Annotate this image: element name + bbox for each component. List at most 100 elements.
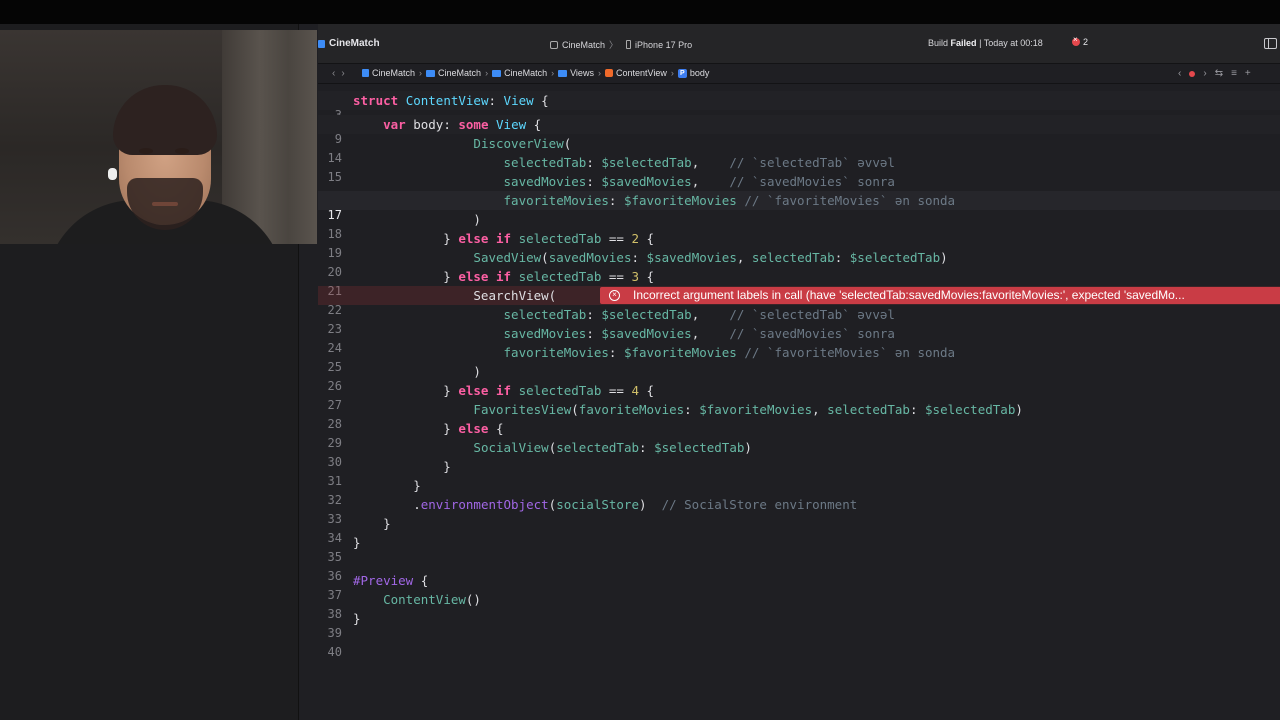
code-line[interactable]: 32 } (318, 476, 1280, 507)
code-token: . (353, 497, 421, 512)
code-token: : (909, 402, 926, 417)
swift-file-icon (604, 69, 613, 77)
code-line[interactable]: 34 } (318, 514, 1280, 545)
code-line[interactable]: 27 } else if selectedTab == 4 { (318, 381, 1280, 412)
build-status: Build Failed | Today at 00:18 (928, 38, 1043, 48)
code-token: else if (458, 269, 512, 284)
code-token: $selectedTab (654, 440, 745, 455)
error-count-button[interactable]: 2 (1072, 35, 1088, 47)
code-line[interactable]: 14 DiscoverView( (318, 134, 1280, 165)
code-line[interactable]: 37 #Preview { (318, 571, 1280, 602)
error-annotation[interactable]: × Incorrect argument labels in call (hav… (600, 287, 1280, 304)
code-line-error[interactable]: 22 SearchView( × Incorrect argument labe… (318, 286, 1280, 317)
code-token: View (503, 93, 534, 108)
code-token: $selectedTab (601, 307, 692, 322)
next-issue-icon[interactable]: › (1203, 68, 1206, 79)
code-token: : (586, 174, 602, 189)
code-comment: // `favoriteMovies` ən sonda (744, 345, 956, 360)
code-line[interactable]: 15 selectedTab: $selectedTab, // `select… (318, 153, 1280, 184)
code-line[interactable]: 24 savedMovies: $savedMovies, // `savedM… (318, 324, 1280, 355)
code-token: SavedView (473, 250, 542, 265)
breadcrumb-item[interactable]: CineMatch (426, 68, 481, 78)
code-line[interactable]: 36 (318, 552, 1280, 583)
code-line[interactable]: 33 .environmentObject(socialStore) // So… (318, 495, 1280, 526)
code-line[interactable]: 30 SocialView(selectedTab: $selectedTab) (318, 438, 1280, 469)
code-token: SearchView( (353, 288, 557, 303)
chevron-right-icon: › (597, 68, 601, 78)
code-token: favoriteMovies (503, 345, 609, 360)
code-token: == (601, 269, 632, 284)
code-line[interactable]: 18 ) (318, 210, 1280, 241)
code-line[interactable]: 16 savedMovies: $savedMovies, // `savedM… (318, 172, 1280, 203)
code-token: ) (353, 364, 481, 379)
code-line[interactable]: 31 } (318, 457, 1280, 488)
code-token: } (353, 516, 391, 531)
related-items-icon[interactable]: ⇆ (1215, 68, 1223, 79)
project-icon (318, 39, 325, 48)
breadcrumb-item[interactable]: CineMatch (362, 68, 415, 78)
scheme-selector[interactable]: CineMatch 〉 iPhone 17 Pro (550, 38, 692, 51)
webcam-person-mouth (152, 202, 178, 206)
project-icon (362, 69, 369, 77)
code-token: { (488, 421, 504, 436)
code-token: socialStore (556, 497, 639, 512)
code-token: { (413, 573, 429, 588)
code-line[interactable]: 25 favoriteMovies: $favoriteMovies // `f… (318, 343, 1280, 374)
code-token: ) (744, 440, 752, 455)
error-x-icon: × (609, 290, 620, 301)
code-token: } (353, 535, 361, 550)
code-line[interactable]: 38 ContentView() (318, 590, 1280, 621)
code-comment: // `favoriteMovies` ən sonda (744, 193, 956, 208)
code-token: , (691, 307, 730, 322)
code-line[interactable]: 35 } (318, 533, 1280, 564)
code-line[interactable]: 29 } else { (318, 419, 1280, 450)
code-token: View (496, 117, 527, 132)
issue-indicator-icon[interactable] (1189, 70, 1196, 77)
device-name[interactable]: iPhone 17 Pro (635, 40, 692, 50)
breadcrumb: CineMatch › CineMatch › CineMatch › View… (362, 68, 709, 78)
breadcrumb-label: ContentView (615, 68, 667, 78)
jump-bar-navigation[interactable]: ‹› (332, 68, 351, 79)
code-token: $favoriteMovies (623, 193, 737, 208)
code-token: : (608, 193, 624, 208)
breadcrumb-label: body (689, 68, 710, 78)
code-token: : (608, 345, 624, 360)
code-token: ( (571, 402, 579, 417)
project-title[interactable]: CineMatch (318, 38, 380, 49)
error-message: Incorrect argument labels in call (have … (633, 288, 1185, 302)
code-line[interactable]: 20 SavedView(savedMovies: $savedMovies, … (318, 248, 1280, 279)
webcam-person-eye (139, 148, 153, 154)
previous-issue-icon[interactable]: ‹ (1178, 68, 1181, 79)
code-token: FavoritesView (473, 402, 572, 417)
code-line[interactable]: 39 } (318, 609, 1280, 640)
code-line[interactable]: 21 } else if selectedTab == 3 { (318, 267, 1280, 298)
code-token: $savedMovies (601, 326, 692, 341)
code-comment: // SocialStore environment (661, 497, 858, 512)
editor-options-icon[interactable]: ≡ (1231, 68, 1237, 79)
code-token: ( (563, 136, 572, 151)
inspector-toggle-icon[interactable] (1264, 38, 1277, 49)
forward-arrow-icon[interactable]: › (341, 68, 350, 79)
code-line[interactable]: 19 } else if selectedTab == 2 { (318, 229, 1280, 260)
back-arrow-icon[interactable]: ‹ (332, 68, 341, 79)
code-line[interactable]: 28 FavoritesView(favoriteMovies: $favori… (318, 400, 1280, 431)
code-line-current[interactable]: 17 favoriteMovies: $favoriteMovies // `f… (318, 191, 1280, 222)
code-line[interactable]: 3 struct ContentView: View { (318, 91, 1280, 122)
code-line[interactable]: 9 var body: some View { (318, 115, 1280, 146)
breadcrumb-item[interactable]: Views (558, 68, 594, 78)
add-editor-icon[interactable]: + (1245, 68, 1251, 79)
code-token: var (383, 117, 406, 132)
code-line[interactable]: 40 (318, 628, 1280, 659)
code-line[interactable]: 26 ) (318, 362, 1280, 393)
build-time: | Today at 00:18 (979, 38, 1043, 48)
breadcrumb-item[interactable]: ContentView (604, 68, 667, 78)
code-line[interactable]: 23 selectedTab: $selectedTab, // `select… (318, 305, 1280, 336)
breadcrumb-item[interactable]: Pbody (677, 68, 710, 78)
breadcrumb-item[interactable]: CineMatch (492, 68, 547, 78)
